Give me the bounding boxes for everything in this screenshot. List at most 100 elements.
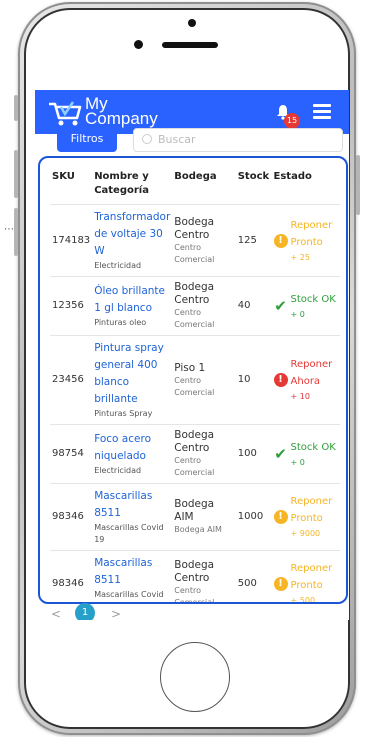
cell-nombre: Mascarillas 8511Mascarillas Covid 19 (92, 550, 173, 602)
status-label: Reponer Ahora (290, 359, 333, 387)
cell-stock: 40 (235, 276, 272, 336)
product-category: Electricidad (94, 261, 142, 270)
hamburger-menu-icon[interactable] (313, 104, 331, 120)
table-row[interactable]: 12356 Óleo brillante 1 gl blanco Pinturas … (50, 276, 340, 336)
dotted-marker: ⋯ (4, 224, 15, 235)
cell-sku: 174183 (50, 204, 93, 277)
app-screen: My Company 15 Filtros Buscar SKU Nombre … (35, 90, 349, 620)
header-nombre[interactable]: Nombre y Categoría (92, 166, 172, 205)
front-sensor (188, 19, 196, 27)
product-category: Pinturas oleo (94, 318, 147, 327)
cell-estado: ✔ Stock OK + 0 (271, 424, 340, 484)
product-name-link[interactable]: Óleo brillante 1 gl blanco (94, 283, 170, 317)
status-label: Reponer Pronto (290, 219, 333, 248)
product-name-link[interactable]: Mascarillas 8511 (94, 488, 170, 522)
warehouse-location: Centro Comercial (174, 586, 215, 604)
phone-side-button-4 (356, 155, 360, 215)
table-header-row: SKU Nombre y Categoría Bodega Stock Esta… (50, 166, 340, 205)
notification-badge[interactable]: 15 (284, 113, 300, 129)
product-name-link[interactable]: Pintura spray general 400 blanco brillan… (94, 340, 170, 408)
product-name-link[interactable]: Foco acero niquelado (94, 431, 170, 465)
status-delta: + 500 (290, 596, 316, 604)
warehouse-name: Bodega Centro (174, 215, 215, 241)
header-sku[interactable]: SKU (50, 166, 92, 205)
cell-stock: 500 (235, 550, 272, 602)
warehouse-location: Centro Comercial (174, 456, 215, 477)
warning-circle-icon: ! (273, 233, 288, 248)
header-estado[interactable]: Estado (272, 166, 340, 205)
cell-estado: ! Reponer Pronto + 25 (271, 204, 340, 277)
pagination-next[interactable]: > (111, 607, 121, 620)
cell-stock: 1000 (235, 483, 272, 551)
filter-bar: Filtros Buscar (35, 128, 349, 154)
status-delta: + 9000 (290, 529, 321, 538)
cell-sku: 12356 (50, 276, 93, 336)
cell-estado: ! Reponer Pronto + 9000 (271, 483, 340, 551)
cell-stock: 125 (235, 204, 272, 277)
status-delta: + 0 (290, 457, 305, 467)
status-delta: + 25 (290, 252, 310, 262)
cart-logo-icon[interactable] (47, 98, 83, 128)
table-row[interactable]: 98346Mascarillas 8511Mascarillas Covid 1… (50, 550, 340, 604)
pagination: < 1 > (35, 603, 349, 620)
warehouse-name: Piso 1 (174, 361, 206, 374)
table-row[interactable]: 23456 Pintura spray general 400 blanco br… (50, 335, 340, 425)
earpiece-speaker (162, 42, 218, 48)
product-category: Mascarillas Covid 19 (94, 590, 164, 599)
warning-circle-icon: ! (273, 577, 288, 591)
status-label: Stock OK (290, 441, 336, 453)
filter-button[interactable]: Filtros (57, 128, 117, 152)
product-category: Pinturas Spray (94, 409, 153, 418)
cell-bodega: Bodega AIM Bodega AIM (172, 483, 236, 551)
search-input[interactable]: Buscar (133, 128, 343, 152)
table-row[interactable]: 98754 Foco acero niquelado Electricidad Bod… (50, 424, 340, 484)
cell-sku: 23456 (50, 335, 93, 425)
warehouse-name: Bodega Centro (174, 429, 215, 454)
status-label: Stock OK (290, 293, 336, 305)
cell-sku: 98754 (50, 424, 93, 484)
status-delta: + 0 (290, 309, 305, 319)
cell-estado: ! Reponer Ahora + 10 (271, 335, 340, 425)
search-icon (142, 134, 152, 144)
warehouse-name: Bodega Centro (174, 559, 215, 584)
phone-side-button-2 (14, 150, 18, 198)
search-placeholder: Buscar (158, 133, 196, 146)
product-name-link[interactable]: Transformador de voltaje 30 W (94, 209, 170, 260)
front-camera (134, 40, 143, 49)
check-icon: ✔ (274, 445, 287, 463)
status-label: Reponer Pronto (290, 496, 333, 524)
warehouse-location: Centro Comercial (174, 242, 215, 264)
warning-circle-icon: ! (273, 510, 288, 524)
product-category: Mascarillas Covid 19 (94, 523, 164, 544)
table-row[interactable]: 174183 Transformador de voltaje 30 W Elect… (50, 204, 340, 277)
warehouse-location: Centro Comercial (174, 308, 215, 329)
inventory-card: SKU Nombre y Categoría Bodega Stock Esta… (38, 156, 348, 604)
brand-name[interactable]: My Company (85, 95, 158, 128)
product-category: Electricidad (94, 466, 142, 475)
home-button[interactable] (160, 642, 230, 712)
cell-bodega: Bodega Centro Centro Comercial (172, 550, 236, 604)
pagination-prev[interactable]: < (51, 607, 61, 620)
brand-line-2: Company (85, 109, 158, 128)
cell-stock: 10 (235, 335, 272, 425)
header-bodega[interactable]: Bodega (172, 166, 235, 205)
warehouse-name: Bodega Centro (174, 281, 215, 306)
cell-sku: 98346 (50, 550, 93, 602)
header-stock[interactable]: Stock (236, 166, 272, 205)
cell-nombre: Óleo brillante 1 gl blanco Pinturas oleo (92, 276, 173, 336)
warehouse-location: Bodega AIM (174, 525, 222, 534)
pagination-page[interactable]: 1 (75, 603, 95, 620)
cell-nombre: Transformador de voltaje 30 W Electricida… (92, 204, 173, 277)
cell-estado: ✔ Stock OK + 0 (271, 276, 340, 336)
warehouse-name: Bodega AIM (174, 498, 215, 523)
cell-bodega: Piso 1 Centro Comercial (172, 335, 236, 425)
warehouse-location: Centro Comercial (174, 375, 215, 397)
cell-bodega: Bodega Centro Centro Comercial (172, 276, 236, 336)
product-name-link[interactable]: Mascarillas 8511 (94, 555, 170, 589)
cell-nombre: Mascarillas 8511Mascarillas Covid 19 (92, 483, 173, 551)
status-label: Reponer Pronto (290, 563, 333, 591)
cell-estado: ! Reponer Pronto + 500 (271, 550, 340, 604)
phone-side-button-1 (14, 95, 18, 121)
cell-nombre: Foco acero niquelado Electricidad (92, 424, 173, 484)
table-row[interactable]: 98346Mascarillas 8511Mascarillas Covid 1… (50, 483, 340, 551)
